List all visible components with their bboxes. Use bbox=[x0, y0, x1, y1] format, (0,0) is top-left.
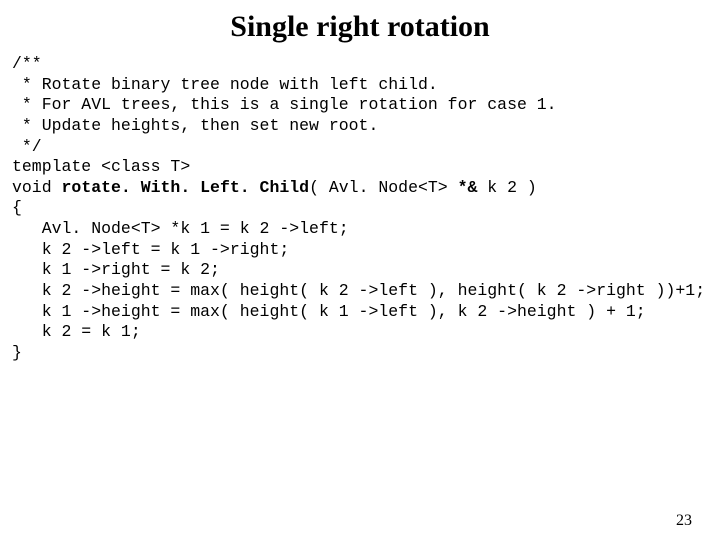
code-line: k 2 ) bbox=[477, 178, 536, 197]
slide: Single right rotation /** * Rotate binar… bbox=[0, 10, 720, 540]
code-line: } bbox=[12, 343, 22, 362]
code-bold-fn: rotate. With. Left. Child bbox=[62, 178, 310, 197]
code-line: ( Avl. Node<T> bbox=[309, 178, 458, 197]
code-line: { bbox=[12, 198, 22, 217]
code-line: Avl. Node<T> *k 1 = k 2 ->left; bbox=[12, 219, 349, 238]
code-line: k 2 ->height = max( height( k 2 ->left )… bbox=[12, 281, 705, 300]
code-block: /** * Rotate binary tree node with left … bbox=[0, 54, 720, 363]
code-line: * Update heights, then set new root. bbox=[12, 116, 378, 135]
page-number: 23 bbox=[676, 512, 692, 530]
code-line: k 1 ->height = max( height( k 1 ->left )… bbox=[12, 302, 646, 321]
code-line: template <class T> bbox=[12, 157, 190, 176]
code-line: /** bbox=[12, 54, 42, 73]
code-line: k 1 ->right = k 2; bbox=[12, 260, 220, 279]
code-line: * Rotate binary tree node with left chil… bbox=[12, 75, 438, 94]
code-bold-ref: *& bbox=[458, 178, 478, 197]
code-line: k 2 ->left = k 1 ->right; bbox=[12, 240, 289, 259]
slide-title: Single right rotation bbox=[0, 10, 720, 44]
code-line: */ bbox=[12, 137, 42, 156]
code-line: void bbox=[12, 178, 62, 197]
code-line: * For AVL trees, this is a single rotati… bbox=[12, 95, 557, 114]
code-line: k 2 = k 1; bbox=[12, 322, 141, 341]
